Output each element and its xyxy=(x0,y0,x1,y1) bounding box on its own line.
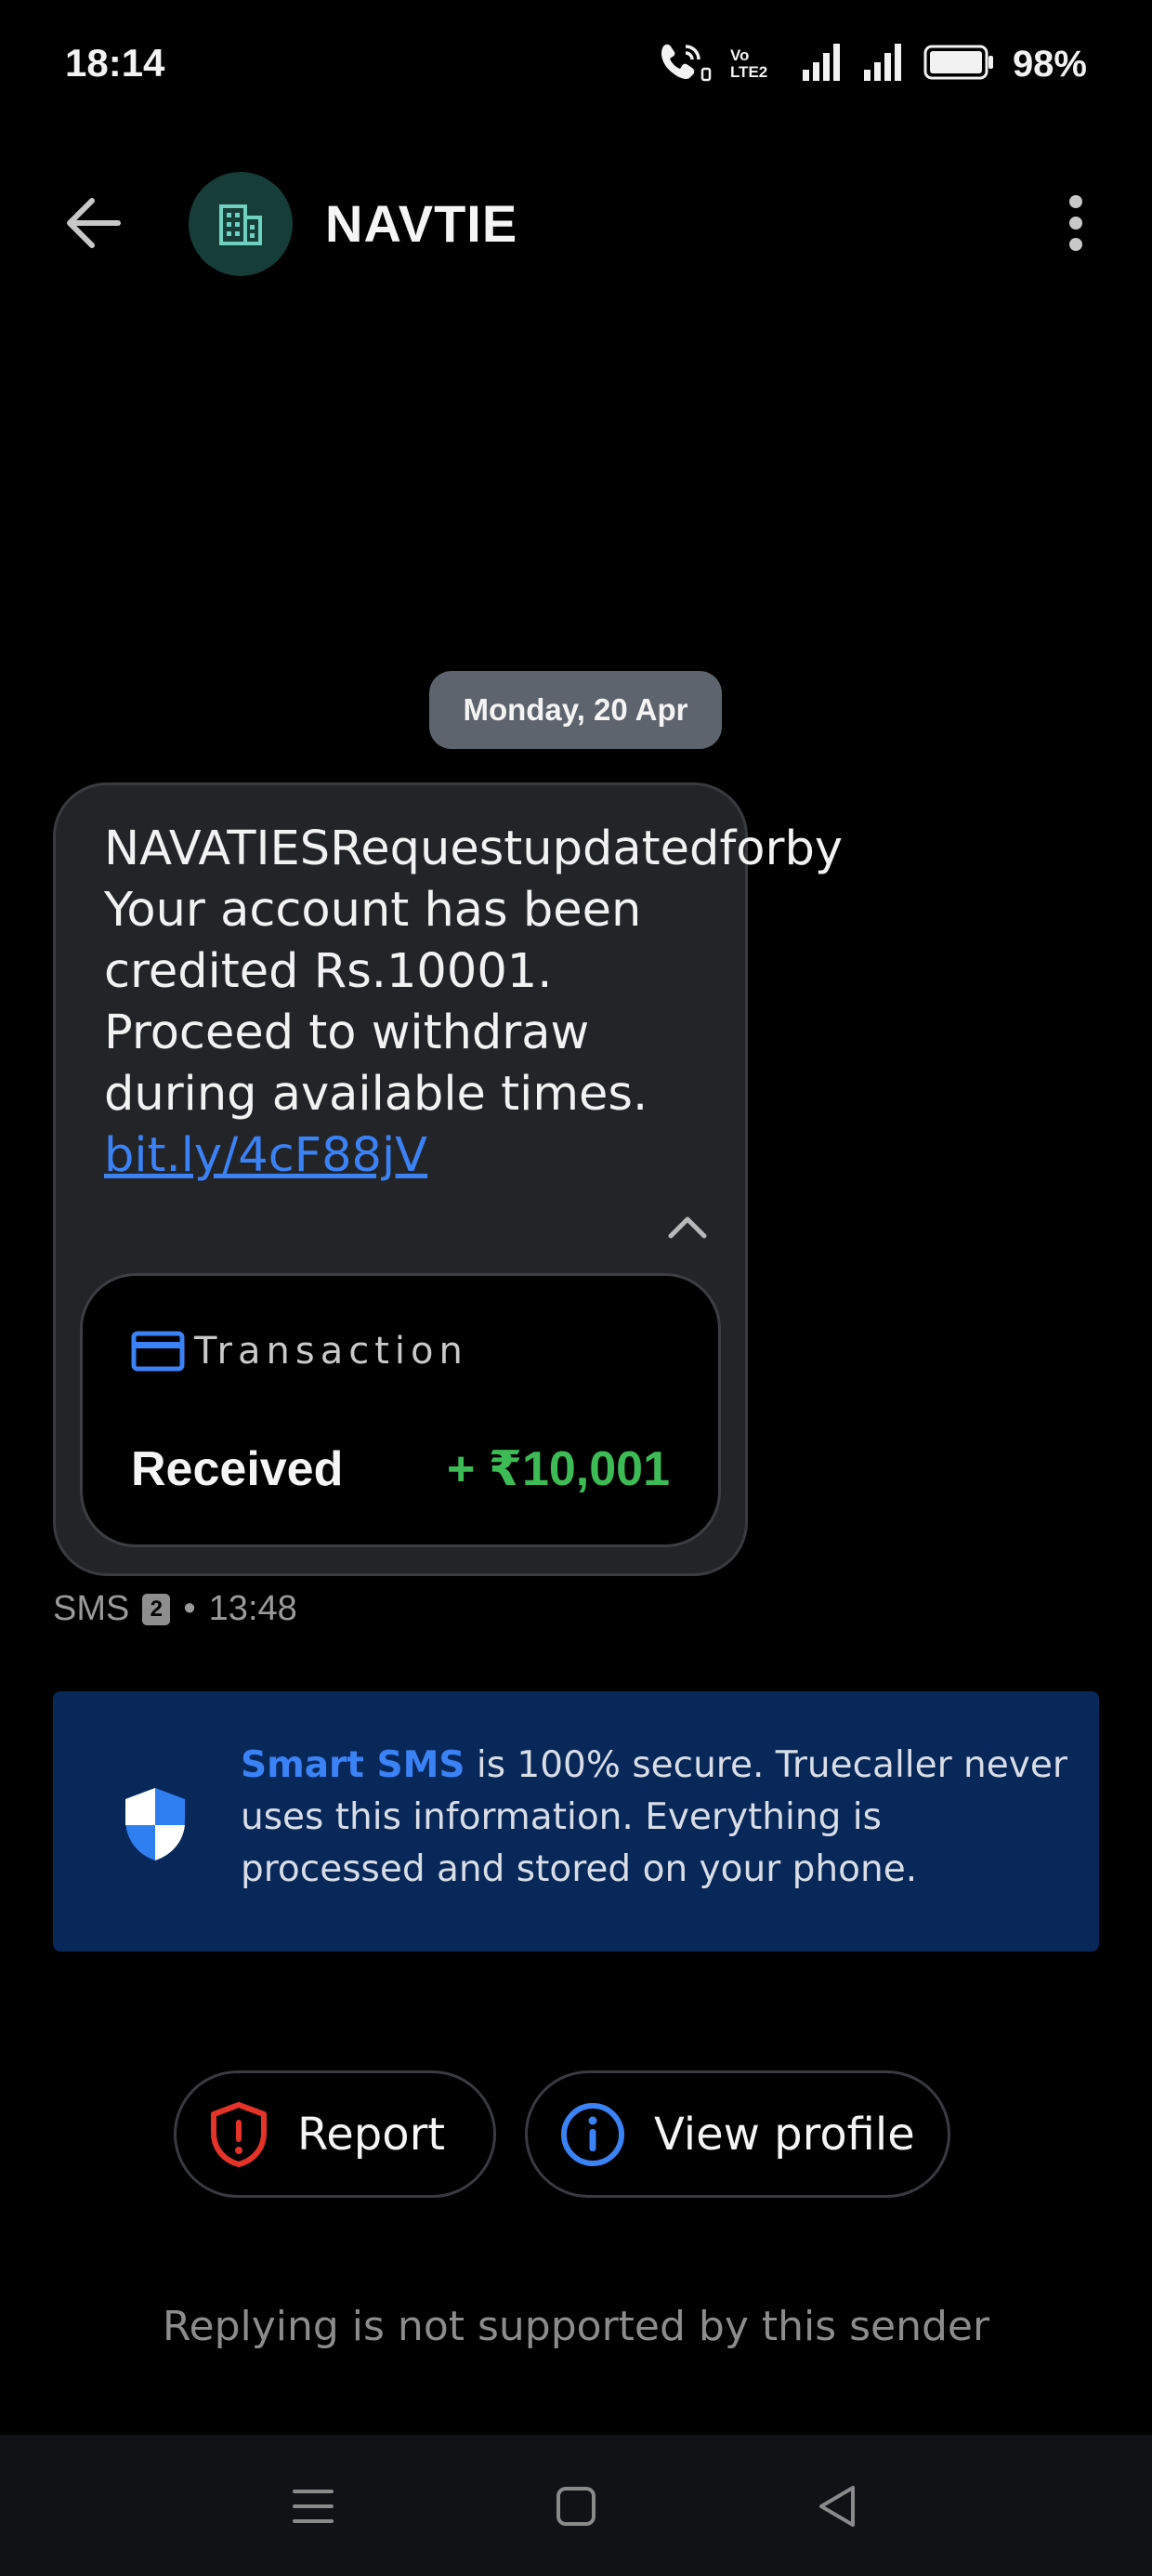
meta-separator: • xyxy=(183,1589,196,1628)
credit-card-icon xyxy=(131,1331,185,1372)
message-time: 13:48 xyxy=(208,1589,297,1628)
view-profile-label: View profile xyxy=(654,2108,915,2161)
view-profile-button[interactable]: View profile xyxy=(525,2070,950,2198)
transaction-header: Transaction xyxy=(131,1330,468,1373)
arrow-left-icon xyxy=(67,198,121,248)
message-link[interactable]: bit.ly/4cF88jV xyxy=(104,1128,427,1183)
transaction-amount: + ₹10,001 xyxy=(446,1442,670,1496)
message-bubble[interactable]: NAVATIESRequestupdatedforby Your account… xyxy=(53,782,843,1576)
message-meta: SMS 2 • 13:48 xyxy=(53,1589,297,1629)
chevron-up-icon xyxy=(668,1216,707,1239)
volte-indicator: Vo LTE2 xyxy=(729,46,768,81)
shield-alert-icon xyxy=(211,2101,267,2167)
triangle-back-icon xyxy=(819,2486,855,2527)
back-button[interactable] xyxy=(56,186,130,260)
transaction-card[interactable]: Transaction Received + ₹10,001 xyxy=(80,1273,721,1547)
report-button[interactable]: Report xyxy=(174,2070,496,2198)
square-icon xyxy=(556,2487,596,2526)
status-time: 18:14 xyxy=(65,41,165,85)
message-text: NAVATIESRequestupdatedforby Your account… xyxy=(104,819,843,1187)
signal-sim2-icon xyxy=(862,42,905,87)
battery-percent: 98% xyxy=(1012,43,1087,85)
report-label: Report xyxy=(297,2108,446,2161)
system-nav-bar xyxy=(0,2435,1152,2576)
battery-icon xyxy=(923,44,994,85)
signal-sim1-icon xyxy=(801,42,844,87)
smart-sms-text: Smart SMS is 100% secure. Truecaller nev… xyxy=(241,1740,1077,1896)
date-chip: Monday, 20 Apr xyxy=(429,671,722,749)
avatar[interactable] xyxy=(189,172,293,276)
smart-sms-banner: Smart SMS is 100% secure. Truecaller nev… xyxy=(53,1691,1099,1952)
wifi-calling-icon xyxy=(656,41,712,88)
more-vertical-icon xyxy=(1069,195,1082,251)
status-bar: 18:14 Vo LTE2 98% xyxy=(0,0,1152,139)
sim-badge-icon: 2 xyxy=(142,1593,171,1625)
smart-sms-label: Smart SMS xyxy=(241,1744,465,1786)
reply-not-supported-note: Replying is not supported by this sender xyxy=(162,2303,990,2350)
collapse-button[interactable] xyxy=(655,1194,720,1259)
conversation-header: NAVTIE xyxy=(0,158,1152,288)
shield-icon xyxy=(125,1788,185,1860)
nav-menu-button[interactable] xyxy=(281,2474,346,2539)
more-options-button[interactable] xyxy=(1048,186,1104,260)
building-icon xyxy=(219,204,262,245)
status-icons: Vo LTE2 98% xyxy=(656,41,1087,87)
channel-label: SMS xyxy=(53,1589,130,1628)
sender-name[interactable]: NAVTIE xyxy=(325,193,517,254)
nav-home-button[interactable] xyxy=(543,2474,609,2539)
info-icon xyxy=(561,2102,624,2166)
transaction-title: Transaction xyxy=(194,1330,468,1373)
menu-icon xyxy=(293,2490,334,2523)
nav-back-button[interactable] xyxy=(804,2474,869,2539)
message-body: NAVATIESRequestupdatedforby Your account… xyxy=(104,821,844,1122)
transaction-label: Received xyxy=(131,1442,344,1496)
